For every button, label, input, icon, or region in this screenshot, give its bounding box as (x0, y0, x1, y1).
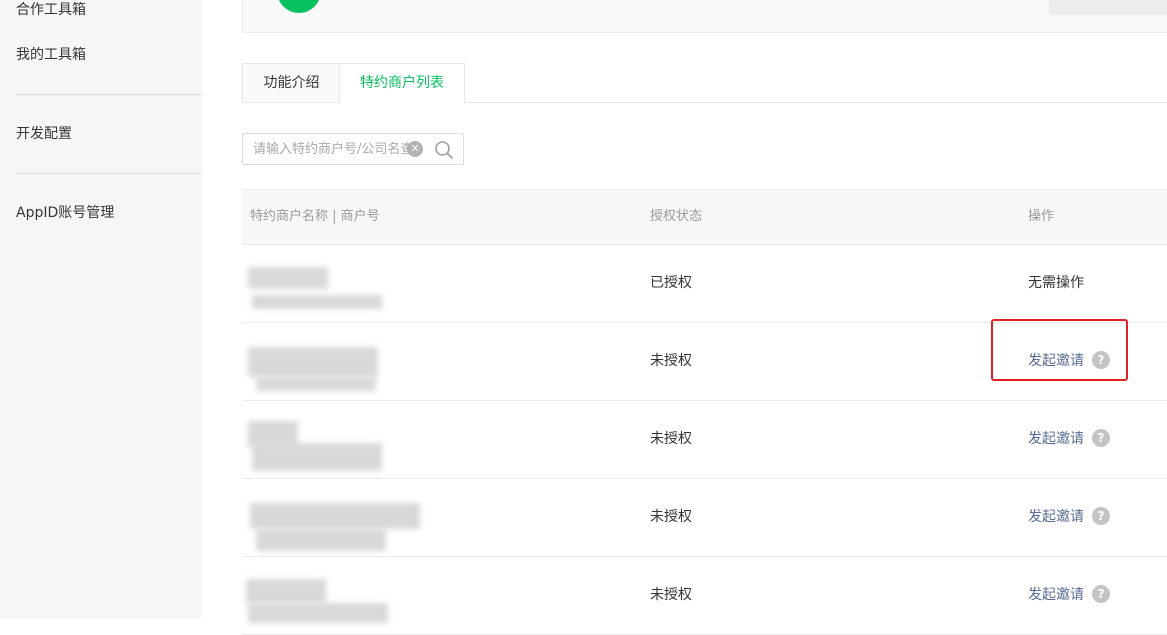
sidebar-divider (16, 173, 202, 174)
sidebar: 合作工具箱 我的工具箱 开发配置 AppID账号管理 (0, 0, 202, 618)
tab-bar: 功能介绍 特约商户列表 (242, 63, 1167, 104)
auth-status: 未授权 (650, 353, 692, 369)
tab-merchant-list[interactable]: 特约商户列表 (339, 63, 465, 104)
status-card-button[interactable] (1049, 0, 1167, 15)
help-icon[interactable]: ? (1092, 506, 1110, 525)
sidebar-item-partner-toolbox[interactable]: 合作工具箱 (16, 0, 86, 20)
merchant-name-redacted (242, 489, 422, 551)
sidebar-divider (16, 94, 202, 95)
merchant-table: 特约商户名称 | 商户号 授权状态 操作 已授权 无需操作 未授权 发起邀请? (242, 189, 1167, 635)
success-check-icon (277, 0, 321, 13)
header-action: 操作 (1028, 209, 1055, 224)
auth-status: 未授权 (650, 509, 692, 525)
search-icon[interactable] (433, 139, 455, 161)
auth-status: 未授权 (650, 587, 692, 603)
table-row: 已授权 无需操作 (242, 245, 1167, 323)
table-row: 未授权 发起邀请? (242, 401, 1167, 479)
table-row: 未授权 发起邀请? (242, 323, 1167, 401)
send-invite-link[interactable]: 发起邀请 (1028, 509, 1084, 525)
auth-status: 已授权 (650, 275, 692, 291)
action-cell: 发起邀请? (1028, 401, 1110, 478)
send-invite-link[interactable]: 发起邀请 (1028, 431, 1084, 447)
merchant-name-redacted (242, 255, 422, 315)
table-row: 未授权 发起邀请? (242, 557, 1167, 635)
action-none: 无需操作 (1028, 275, 1084, 291)
auth-status: 未授权 (650, 431, 692, 447)
search-input[interactable] (243, 134, 409, 164)
help-icon[interactable]: ? (1092, 350, 1110, 369)
merchant-name-redacted (242, 411, 422, 471)
action-cell: 发起邀请? (1028, 557, 1110, 634)
sidebar-item-my-toolbox[interactable]: 我的工具箱 (16, 45, 86, 65)
tab-feature-intro[interactable]: 功能介绍 (242, 63, 340, 103)
clear-icon[interactable]: ✕ (407, 141, 423, 157)
action-cell: 发起邀请? (1028, 479, 1110, 556)
table-row: 未授权 发起邀请? (242, 479, 1167, 557)
action-cell: 发起邀请? (1028, 323, 1110, 400)
sidebar-item-dev-config[interactable]: 开发配置 (16, 124, 72, 144)
search-box: ✕ (242, 133, 464, 165)
status-card (242, 0, 1167, 33)
table-header: 特约商户名称 | 商户号 授权状态 操作 (242, 189, 1167, 245)
help-icon[interactable]: ? (1092, 428, 1110, 447)
main-content: 功能介绍 特约商户列表 ✕ 特约商户名称 | 商户号 授权状态 操作 已授权 无… (202, 0, 1167, 635)
sidebar-item-appid-management[interactable]: AppID账号管理 (16, 203, 114, 223)
help-icon[interactable]: ? (1092, 584, 1110, 603)
merchant-name-redacted (242, 567, 422, 627)
header-auth-status: 授权状态 (650, 209, 703, 224)
send-invite-link[interactable]: 发起邀请 (1028, 587, 1084, 603)
merchant-name-redacted (242, 333, 422, 393)
send-invite-link[interactable]: 发起邀请 (1028, 353, 1084, 369)
header-merchant-name: 特约商户名称 | 商户号 (250, 209, 380, 224)
